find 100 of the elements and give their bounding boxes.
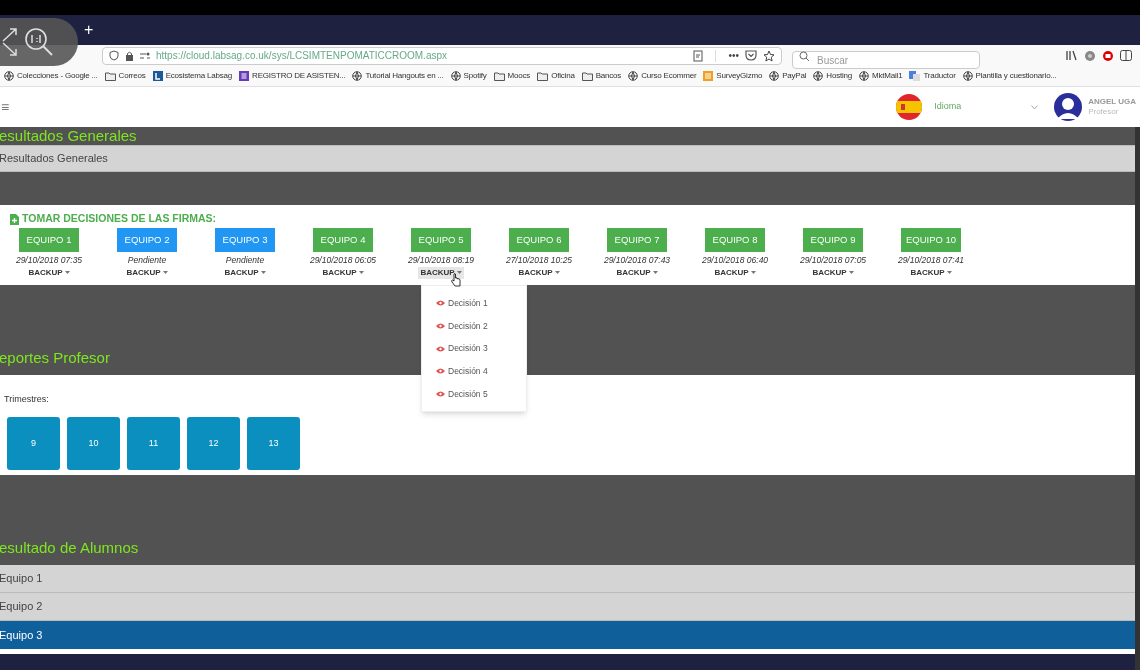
caret-icon bbox=[456, 271, 462, 275]
bookmark-link[interactable]: SurveyGizmo bbox=[716, 70, 763, 82]
bookmark-link[interactable]: Oficina bbox=[551, 70, 575, 82]
bookmark-link[interactable]: Colecciones - Google ... bbox=[17, 70, 98, 82]
extension-icon[interactable] bbox=[1084, 49, 1096, 62]
avatar-icon[interactable] bbox=[1054, 93, 1083, 121]
bookmark-link[interactable]: Traductor bbox=[923, 70, 956, 82]
menu-item[interactable]: Decisión 1 bbox=[448, 296, 488, 310]
reader-view-icon[interactable] bbox=[693, 49, 704, 62]
translate-icon bbox=[909, 71, 921, 81]
submission-date: Pendiente bbox=[225, 254, 265, 267]
search-icon bbox=[799, 50, 810, 62]
bookmark-link[interactable]: Hosting bbox=[826, 70, 853, 82]
backup-dropdown[interactable]: BACKUP bbox=[712, 266, 758, 279]
backup-dropdown[interactable]: BACKUP bbox=[810, 266, 856, 279]
zoom-actual-size-icon[interactable] bbox=[24, 27, 54, 57]
bookmark-link[interactable]: MktMail1 bbox=[872, 70, 903, 82]
bookmark-link[interactable]: PayPal bbox=[782, 70, 807, 82]
backup-dropdown[interactable]: BACKUP bbox=[320, 266, 366, 279]
section-heading: TOMAR DECISIONES DE LAS FIRMAS: bbox=[22, 211, 217, 227]
user-name: ANGEL UGA bbox=[1088, 97, 1136, 107]
bookmark-link[interactable]: Moocs bbox=[507, 70, 531, 82]
section-title: esultado de Alumnos bbox=[0, 537, 139, 558]
caret-icon bbox=[554, 271, 560, 275]
caret-icon bbox=[162, 271, 168, 275]
quarter-tile[interactable]: 12 bbox=[187, 417, 240, 470]
backup-dropdown[interactable]: BACKUP bbox=[908, 266, 954, 279]
caret-icon bbox=[750, 271, 756, 275]
submission-date: 29/10/2018 07:05 bbox=[799, 254, 867, 267]
submission-date: 29/10/2018 07:43 bbox=[603, 254, 671, 267]
bookmark-link[interactable]: Tutorial Hangouts en ... bbox=[365, 70, 444, 82]
team-row[interactable]: Equipo 2 bbox=[0, 593, 1135, 621]
more-actions-button[interactable]: ••• bbox=[728, 50, 739, 61]
extension-icon[interactable] bbox=[1102, 49, 1114, 62]
backup-dropdown[interactable]: BACKUP bbox=[614, 266, 660, 279]
library-icon[interactable] bbox=[1066, 50, 1078, 61]
sidebar-icon[interactable] bbox=[1120, 50, 1132, 61]
submission-date: Pendiente bbox=[127, 254, 167, 267]
backup-dropdown[interactable]: BACKUP bbox=[222, 266, 268, 279]
submission-date: 29/10/2018 06:05 bbox=[309, 254, 377, 267]
backup-dropdown[interactable]: BACKUP bbox=[124, 266, 170, 279]
quarter-tile[interactable]: 11 bbox=[127, 417, 180, 470]
globe-icon bbox=[859, 71, 870, 81]
shield-icon bbox=[109, 50, 119, 61]
bookmark-link[interactable]: Correos bbox=[118, 70, 146, 82]
quarter-tile[interactable]: 9 bbox=[7, 417, 60, 470]
caret-icon bbox=[848, 271, 854, 275]
submission-date: 27/10/2018 10:25 bbox=[505, 254, 573, 267]
list-item[interactable]: Resultados Generales bbox=[0, 150, 108, 167]
folder-icon bbox=[493, 71, 505, 81]
submission-date: 29/10/2018 07:41 bbox=[897, 254, 965, 267]
team-row[interactable]: Equipo 3 bbox=[0, 621, 1135, 649]
user-role: Profesor bbox=[1088, 107, 1120, 117]
lock-icon bbox=[125, 50, 134, 61]
folder-icon bbox=[104, 71, 116, 81]
eye-icon bbox=[436, 323, 445, 330]
quarter-tile[interactable]: 13 bbox=[247, 417, 300, 470]
globe-icon bbox=[450, 71, 461, 81]
menu-item[interactable]: Decisión 2 bbox=[448, 319, 488, 333]
backup-dropdown[interactable]: BACKUP bbox=[26, 266, 72, 279]
menu-item[interactable]: Decisión 4 bbox=[448, 365, 488, 378]
submission-date: 29/10/2018 07:35 bbox=[15, 254, 83, 267]
caret-icon bbox=[358, 271, 364, 275]
menu-icon[interactable]: ≡ bbox=[1, 100, 10, 114]
form-icon bbox=[239, 71, 250, 81]
menu-item[interactable]: Decisión 5 bbox=[448, 387, 488, 401]
bookmark-link[interactable]: Ecosistema Labsag bbox=[165, 70, 233, 82]
bookmark-link[interactable]: REGISTRO DE ASISTEN... bbox=[252, 70, 346, 82]
address-bar[interactable]: https://cloud.labsag.co.uk/sys/LCSIMTENPOMATICCROOM.aspx ••• bbox=[102, 46, 782, 65]
eye-icon bbox=[436, 391, 445, 398]
caret-icon bbox=[652, 271, 658, 275]
survey-icon bbox=[703, 71, 714, 81]
quarter-tile[interactable]: 10 bbox=[67, 417, 120, 470]
globe-icon bbox=[4, 71, 14, 81]
menu-item[interactable]: Decisión 3 bbox=[448, 342, 488, 356]
chevron-down-icon bbox=[1031, 104, 1039, 110]
folder-icon bbox=[581, 71, 593, 81]
expand-icon[interactable] bbox=[2, 28, 18, 56]
bookmark-link[interactable]: Bancos bbox=[595, 70, 622, 82]
spain-flag-icon[interactable] bbox=[896, 94, 923, 120]
globe-icon bbox=[628, 71, 639, 81]
backup-dropdown[interactable]: BACKUP bbox=[516, 266, 562, 279]
submission-date: 29/10/2018 06:40 bbox=[701, 254, 769, 267]
permissions-icon bbox=[140, 51, 150, 60]
quarters-label: Trimestres: bbox=[4, 394, 49, 404]
caret-icon bbox=[260, 271, 266, 275]
search-field[interactable]: Buscar bbox=[792, 51, 980, 69]
bookmark-link[interactable]: Curso Ecommer bbox=[641, 70, 697, 82]
submission-date: 29/10/2018 08:19 bbox=[407, 254, 475, 267]
section-title: eportes Profesor bbox=[0, 347, 110, 368]
star-icon[interactable] bbox=[763, 49, 775, 62]
bookmark-link[interactable]: Spotify bbox=[463, 70, 487, 82]
document-icon bbox=[10, 213, 19, 225]
new-tab-button[interactable]: + bbox=[84, 22, 94, 38]
caret-icon bbox=[946, 271, 952, 275]
bookmark-link[interactable]: Plantilla y cuestionario... bbox=[975, 70, 1057, 82]
square-logo-icon bbox=[152, 71, 163, 81]
caret-icon bbox=[64, 271, 70, 275]
team-row[interactable]: Equipo 1 bbox=[0, 565, 1135, 593]
pocket-icon[interactable] bbox=[745, 50, 757, 61]
